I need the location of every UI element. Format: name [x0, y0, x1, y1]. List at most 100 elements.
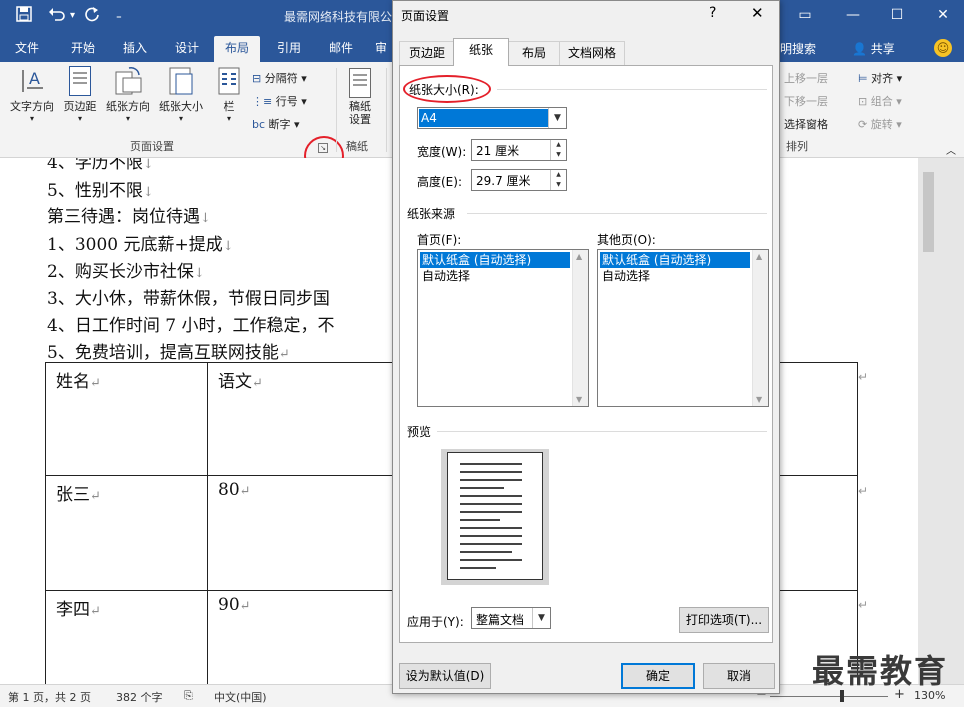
- apply-to-select[interactable]: 整篇文档 ▼: [471, 607, 551, 629]
- breaks-icon: ⊟: [252, 72, 262, 85]
- rotate-icon: ⟳: [858, 118, 868, 131]
- hyphenation-button[interactable]: bc 断字 ▾: [252, 116, 300, 132]
- send-backward-button[interactable]: 下移一层: [784, 93, 828, 109]
- tab-margins[interactable]: 页边距: [399, 41, 455, 65]
- group-button[interactable]: ⊡ 组合 ▾: [858, 93, 902, 109]
- margins-button[interactable]: 页边距 ▾: [60, 66, 100, 123]
- print-options-button[interactable]: 打印选项(T)...: [679, 607, 769, 633]
- list-scrollbar[interactable]: ▲ ▼: [572, 250, 588, 406]
- scrollbar-thumb[interactable]: [923, 172, 934, 252]
- tell-me-search[interactable]: 明搜索: [780, 40, 816, 57]
- height-value: 29.7 厘米: [476, 174, 531, 188]
- list-item[interactable]: 自动选择: [420, 268, 570, 284]
- restore-button[interactable]: ☐: [882, 4, 912, 26]
- breaks-button[interactable]: ⊟ 分隔符 ▾: [252, 70, 307, 86]
- list-item[interactable]: 默认纸盒 (自动选择): [420, 252, 570, 268]
- table-cell[interactable]: 李四↵: [45, 590, 208, 684]
- group-label: 组合: [870, 95, 893, 108]
- proofing-icon[interactable]: ⎘: [184, 689, 193, 703]
- tab-document-grid[interactable]: 文档网格: [559, 41, 625, 65]
- language-indicator[interactable]: 中文(中国): [214, 689, 267, 705]
- dialog-title: 页面设置: [401, 9, 450, 23]
- paper-size-select[interactable]: A4 ▼: [417, 107, 567, 129]
- align-button[interactable]: ⊨ 对齐 ▾: [858, 70, 902, 86]
- zoom-slider[interactable]: [770, 696, 888, 697]
- line-numbers-label: 行号: [275, 95, 298, 108]
- collapse-ribbon-icon[interactable]: ︿: [946, 142, 956, 157]
- columns-icon: [217, 66, 241, 96]
- redo-icon[interactable]: [84, 6, 100, 27]
- columns-button[interactable]: 栏 ▾: [212, 66, 246, 123]
- tab-paper[interactable]: 纸张: [453, 38, 509, 66]
- customize-icon[interactable]: ₌: [116, 6, 122, 26]
- first-page-list[interactable]: 默认纸盒 (自动选择) 自动选择 ▲ ▼: [417, 249, 589, 407]
- bring-forward-button[interactable]: 上移一层: [784, 70, 828, 86]
- first-page-label: 首页(F):: [417, 233, 462, 247]
- rotate-button[interactable]: ⟳ 旋转 ▾: [858, 116, 902, 132]
- size-button[interactable]: 纸张大小 ▾: [156, 66, 206, 123]
- word-count[interactable]: 382 个字: [116, 689, 163, 705]
- align-icon: ⊨: [858, 72, 868, 85]
- orientation-icon: [113, 66, 143, 96]
- person-icon: 👤: [852, 42, 867, 56]
- undo-dropdown-icon[interactable]: ▾: [70, 6, 75, 26]
- page-count[interactable]: 第 1 页，共 2 页: [8, 689, 91, 705]
- tab-insert[interactable]: 插入: [112, 36, 158, 62]
- manuscript-setup-button[interactable]: 稿纸 设置: [342, 68, 378, 126]
- tab-mailings[interactable]: 邮件: [318, 36, 364, 62]
- group-separator: [386, 68, 387, 152]
- apply-to-label: 应用于(Y):: [407, 615, 464, 629]
- minimize-button[interactable]: —: [838, 4, 868, 26]
- margins-icon: [69, 66, 91, 96]
- set-default-button[interactable]: 设为默认值(D): [399, 663, 491, 689]
- ribbon-display-icon[interactable]: ▭: [790, 4, 820, 26]
- cancel-button[interactable]: 取消: [703, 663, 775, 689]
- tab-design[interactable]: 设计: [164, 36, 210, 62]
- line-numbers-button[interactable]: ⋮≡ 行号 ▾: [252, 93, 307, 109]
- size-label: 纸张大小: [159, 100, 203, 113]
- save-icon[interactable]: [16, 6, 32, 27]
- dialog-close-button[interactable]: ✕: [751, 4, 764, 22]
- tab-references[interactable]: 引用: [266, 36, 312, 62]
- doc-line: 2、购买长沙市社保↓: [47, 262, 205, 282]
- arrange-group-label: 排列: [786, 140, 808, 153]
- list-item[interactable]: 默认纸盒 (自动选择): [600, 252, 750, 268]
- ok-button[interactable]: 确定: [621, 663, 695, 689]
- tab-layout-dialog[interactable]: 布局: [507, 41, 561, 65]
- group-separator: [336, 68, 337, 152]
- doc-line: 1、3000 元底薪+提成↓: [47, 235, 234, 255]
- doc-line: 4、学历不限↓: [47, 158, 154, 173]
- page-setup-group-label: 页面设置: [130, 140, 174, 153]
- smiley-icon[interactable]: ☺: [934, 39, 952, 57]
- vertical-scrollbar[interactable]: [920, 158, 937, 684]
- tab-home[interactable]: 开始: [60, 36, 106, 62]
- text-direction-button[interactable]: A 文字方向 ▾: [6, 66, 58, 123]
- orientation-button[interactable]: 纸张方向 ▾: [102, 66, 154, 123]
- hyphenation-icon: bc: [252, 118, 266, 131]
- spin-arrows-icon[interactable]: ▲ ▼: [550, 170, 566, 190]
- chevron-down-icon[interactable]: ▼: [532, 608, 550, 628]
- selection-pane-button[interactable]: 选择窗格: [784, 116, 828, 132]
- preview-label: 预览: [407, 425, 432, 439]
- section-divider: [467, 213, 767, 214]
- list-scrollbar[interactable]: ▲ ▼: [752, 250, 768, 406]
- share-button[interactable]: 👤 共享: [852, 40, 895, 57]
- table-cell[interactable]: 张三↵: [45, 475, 208, 591]
- breaks-label: 分隔符: [264, 72, 298, 85]
- tab-review[interactable]: 审: [370, 36, 392, 62]
- tab-layout[interactable]: 布局: [214, 36, 260, 62]
- list-item[interactable]: 自动选择: [600, 268, 750, 284]
- chevron-down-icon[interactable]: ▼: [548, 108, 566, 128]
- height-stepper[interactable]: 29.7 厘米 ▲ ▼: [471, 169, 567, 191]
- close-button[interactable]: ✕: [928, 4, 958, 26]
- width-stepper[interactable]: 21 厘米 ▲ ▼: [471, 139, 567, 161]
- tab-file[interactable]: 文件: [6, 36, 48, 62]
- spin-arrows-icon[interactable]: ▲ ▼: [550, 140, 566, 160]
- width-value: 21 厘米: [476, 144, 520, 158]
- other-pages-label: 其他页(O):: [597, 233, 656, 247]
- help-button[interactable]: ?: [709, 5, 716, 21]
- text-direction-label: 文字方向: [10, 100, 54, 113]
- undo-icon[interactable]: [48, 6, 66, 27]
- other-pages-list[interactable]: 默认纸盒 (自动选择) 自动选择 ▲ ▼: [597, 249, 769, 407]
- table-cell[interactable]: 姓名↵: [45, 362, 208, 476]
